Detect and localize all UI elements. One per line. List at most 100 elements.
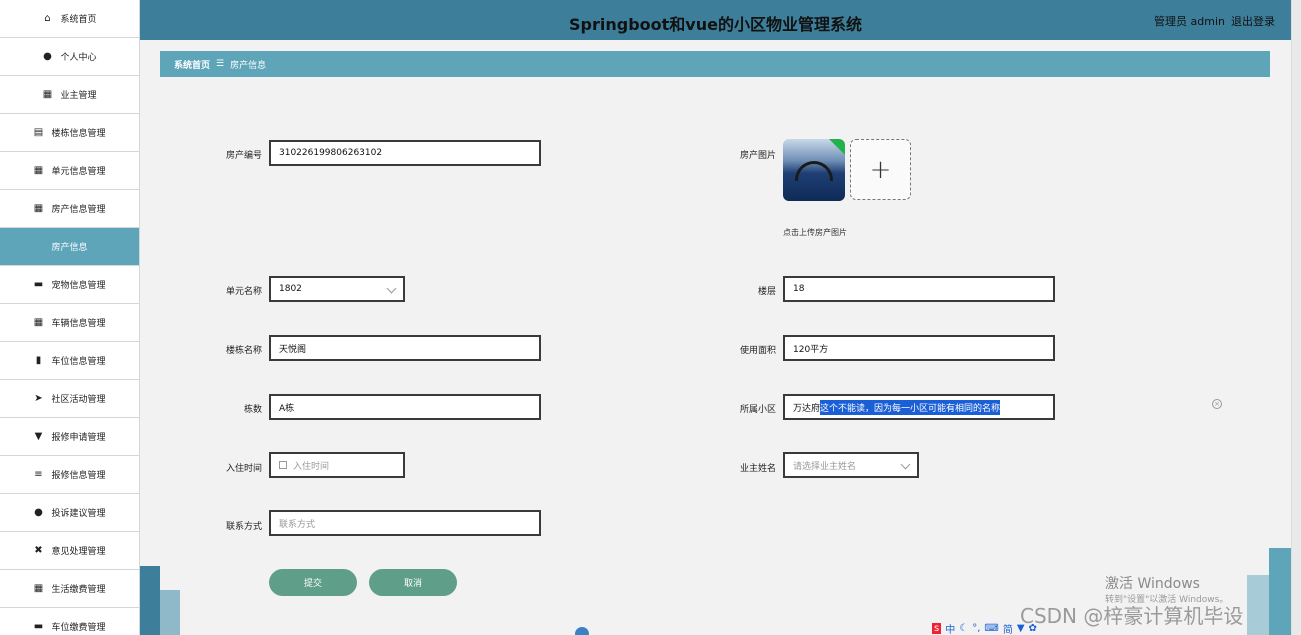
breadcrumb-current: 房产信息 <box>230 60 267 71</box>
building-no-label: 栋数 <box>243 405 262 415</box>
sidebar-item-2[interactable]: ▦ 业主管理 <box>0 76 139 114</box>
sidebar-item-0[interactable]: ⌂ 系统首页 <box>0 0 139 38</box>
sidebar-item-label: 单元信息管理 <box>51 167 106 177</box>
home-icon: ⌂ <box>44 12 51 24</box>
sidebar-item-label: 投诉建议管理 <box>51 509 106 519</box>
ime-toolbar: s 中 ☾ °, ⌨ 简 ▼ ✿ <box>932 621 1037 635</box>
briefcase-icon: ▬ <box>33 620 44 632</box>
moon-icon[interactable]: ☾ <box>959 623 968 634</box>
contact-label: 联系方式 <box>225 522 262 532</box>
checkin-label: 入住时间 <box>225 464 262 474</box>
breadcrumb-home[interactable]: 系统首页 <box>174 58 210 71</box>
sidebar-item-label: 楼栋信息管理 <box>51 129 106 139</box>
selected-text-highlight: 这个不能读，因为每一小区可能有相同的名称 <box>820 399 1001 415</box>
image-upload-button[interactable]: + <box>850 139 911 200</box>
sidebar-item-label: 车辆信息管理 <box>51 319 106 329</box>
chevron-down-icon <box>386 283 397 294</box>
grid-icon: ▦ <box>33 164 44 176</box>
sidebar-item-12[interactable]: ≡ 报修信息管理 <box>0 456 139 494</box>
sidebar-item-label: 房产信息管理 <box>51 205 106 215</box>
owner-label: 业主姓名 <box>739 464 776 474</box>
sidebar-item-11[interactable]: ▼ 报修申请管理 <box>0 418 139 456</box>
sidebar-item-5[interactable]: ▦ 房产信息管理 <box>0 190 139 228</box>
community-input[interactable]: 万达府 这个不能读，因为每一小区可能有相同的名称 <box>783 394 1055 420</box>
windows-activate-title: 激活 Windows <box>1105 576 1200 592</box>
owner-placeholder: 请选择业主姓名 <box>793 461 857 472</box>
keyboard-icon[interactable]: ⌨ <box>984 623 998 634</box>
upload-hint-text: 点击上传房产图片 <box>783 228 847 237</box>
owner-select[interactable]: 请选择业主姓名 <box>783 452 919 478</box>
floor-label: 楼层 <box>757 287 776 297</box>
shirt-icon[interactable]: ▼ <box>1017 623 1025 634</box>
house-no-input[interactable]: 310226199806263102 <box>269 140 541 166</box>
ime-lang-chinese[interactable]: 中 <box>945 621 955 635</box>
punctuation-icon[interactable]: °, <box>972 623 980 634</box>
area-input[interactable]: 120平方 <box>783 335 1055 361</box>
header-user-area: 管理员 admin 退出登录 <box>1154 13 1275 29</box>
area-label: 使用面积 <box>739 346 776 356</box>
sidebar-item-label: 报修信息管理 <box>51 471 106 481</box>
cancel-button[interactable]: 取消 <box>369 569 457 596</box>
grid-small-icon: ▦ <box>33 202 44 214</box>
send-icon: ➤ <box>34 392 43 404</box>
sidebar-item-3[interactable]: ▤ 楼栋信息管理 <box>0 114 139 152</box>
sidebar: ⌂ 系统首页 ● 个人中心 ▦ 业主管理 ▤ 楼栋信息管理 ▦ 单元信息管理 ▦ 房产信息管理 房产信息… <box>0 0 140 635</box>
submit-button[interactable]: 提交 <box>269 569 357 596</box>
sidebar-item-label: 个人中心 <box>60 53 97 63</box>
user-icon: ● <box>43 50 52 62</box>
unit-select-value: 1802 <box>279 284 302 294</box>
house-no-label: 房产编号 <box>225 151 262 161</box>
sidebar-item-7[interactable]: ▬ 宠物信息管理 <box>0 266 139 304</box>
grid-icon: ▦ <box>42 88 53 100</box>
logout-link[interactable]: 退出登录 <box>1231 13 1275 29</box>
ime-logo-icon[interactable]: s <box>932 622 942 634</box>
user-icon: ● <box>34 506 43 518</box>
sidebar-item-label: 业主管理 <box>60 91 97 101</box>
decorative-buildings-right <box>1247 548 1291 635</box>
unit-select[interactable]: 1802 <box>269 276 405 302</box>
uploaded-corner-badge <box>829 139 845 155</box>
house-image-thumbnail[interactable] <box>783 139 845 201</box>
sidebar-item-10[interactable]: ➤ 社区活动管理 <box>0 380 139 418</box>
sidebar-item-8[interactable]: ▦ 车辆信息管理 <box>0 304 139 342</box>
ime-simplified[interactable]: 简 <box>1003 621 1013 635</box>
sidebar-item-label: 车位信息管理 <box>51 357 106 367</box>
sidebar-item-16[interactable]: ▬ 车位缴费管理 <box>0 608 139 635</box>
top-header: Springboot和vue的小区物业管理系统 管理员 admin 退出登录 <box>140 0 1291 40</box>
unit-label: 单元名称 <box>225 287 262 297</box>
bar-chart-icon: ▮ <box>35 354 42 366</box>
page-scrollbar[interactable] <box>1291 0 1301 635</box>
clear-icon[interactable]: × <box>1212 399 1222 409</box>
community-value: 万达府 <box>793 403 821 414</box>
sidebar-item-label: 生活缴费管理 <box>51 585 106 595</box>
breadcrumb: 系统首页 ☰ 房产信息 <box>160 51 1270 77</box>
bridge-image <box>795 161 833 181</box>
csdn-watermark: CSDN @梓豪计算机毕设 <box>1020 604 1244 628</box>
grid-icon: ▦ <box>33 582 44 594</box>
sidebar-item-label: 社区活动管理 <box>51 395 106 405</box>
gear-icon[interactable]: ✿ <box>1029 623 1037 634</box>
calendar-icon <box>279 461 287 469</box>
decorative-buildings-left <box>140 566 180 635</box>
sidebar-item-4[interactable]: ▦ 单元信息管理 <box>0 152 139 190</box>
floor-input[interactable]: 18 <box>783 276 1055 302</box>
contact-input[interactable]: 联系方式 <box>269 510 541 536</box>
chevron-down-icon <box>900 459 911 470</box>
sidebar-item-9[interactable]: ▮ 车位信息管理 <box>0 342 139 380</box>
sidebar-item-6[interactable]: 房产信息 <box>0 228 139 266</box>
sidebar-item-13[interactable]: ● 投诉建议管理 <box>0 494 139 532</box>
building-no-input[interactable]: A栋 <box>269 394 541 420</box>
scroll-handle[interactable] <box>575 627 589 635</box>
sidebar-item-1[interactable]: ● 个人中心 <box>0 38 139 76</box>
house-img-label: 房产图片 <box>739 151 776 161</box>
sidebar-item-14[interactable]: ✖ 意见处理管理 <box>0 532 139 570</box>
sidebar-item-label: 车位缴费管理 <box>51 623 106 633</box>
sidebar-item-label: 系统首页 <box>60 15 97 25</box>
sidebar-item-label: 宠物信息管理 <box>51 281 106 291</box>
ticket-icon: ✖ <box>34 544 43 556</box>
checkin-date-picker[interactable]: 入住时间 <box>269 452 405 478</box>
sidebar-item-15[interactable]: ▦ 生活缴费管理 <box>0 570 139 608</box>
sidebar-item-label: 房产信息 <box>51 243 88 253</box>
building-name-label: 楼栋名称 <box>225 346 262 356</box>
building-name-input[interactable]: 天悦阁 <box>269 335 541 361</box>
